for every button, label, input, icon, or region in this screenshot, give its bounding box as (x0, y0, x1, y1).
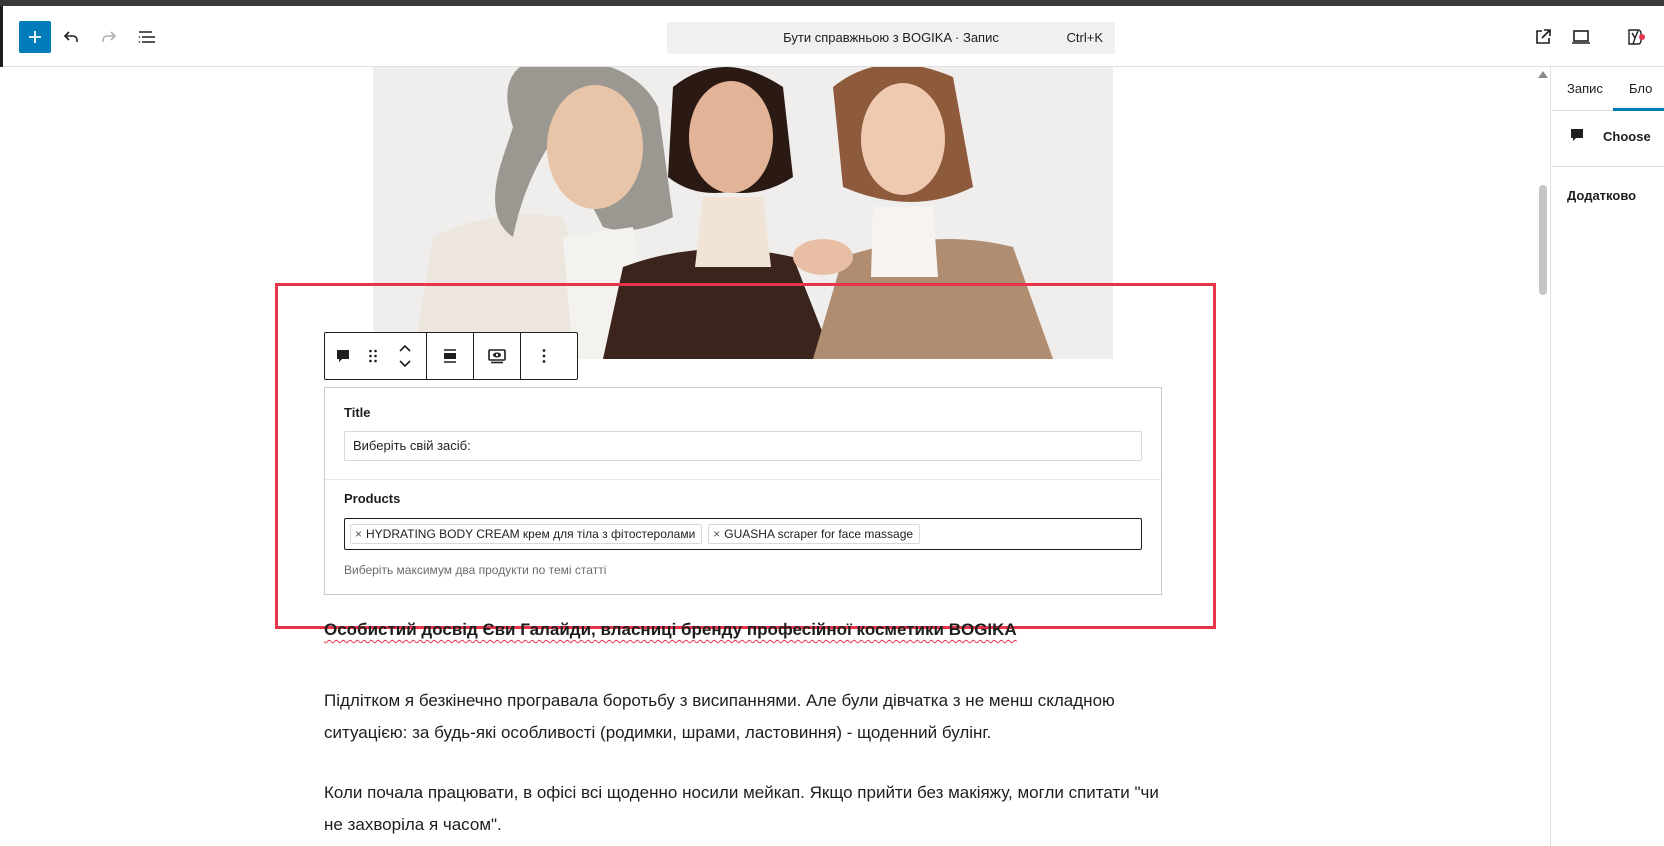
redo-icon (102, 31, 117, 42)
drag-handle[interactable] (361, 333, 385, 379)
add-block-button[interactable] (19, 21, 51, 53)
product-token: × HYDRATING BODY CREAM крем для тіла з ф… (350, 524, 703, 544)
token-remove-icon[interactable]: × (355, 527, 362, 541)
align-center-icon (444, 349, 456, 363)
more-vertical-icon (542, 349, 546, 363)
editor-canvas[interactable]: Title Виберіть свій засіб: Products × HY… (0, 67, 1550, 846)
eye-preview-icon (488, 349, 506, 364)
undo-icon (63, 31, 78, 42)
block-toolbar-group-move (325, 333, 427, 379)
undo-button[interactable] (55, 21, 87, 53)
editor-header: Бути справжньою з BOGIKA · Запис Ctrl+K (0, 6, 1664, 67)
preview-toggle-button[interactable] (474, 333, 520, 379)
product-token: × GUASHA scraper for face massage (708, 524, 921, 544)
products-help-text: Виберіть максимум два продукти по темі с… (344, 563, 607, 577)
preview-device-button[interactable] (1565, 21, 1597, 53)
command-shortcut: Ctrl+K (1066, 30, 1103, 45)
block-toolbar-group-options (521, 333, 567, 379)
align-button[interactable] (427, 333, 473, 379)
comment-block-icon (1571, 129, 1583, 141)
plus-icon (29, 31, 41, 43)
product-block-panel: Title Виберіть свій засіб: Products × HY… (324, 387, 1162, 595)
preview-device-icon (1572, 30, 1590, 44)
scrollbar-thumb[interactable] (1539, 185, 1547, 295)
command-palette-bar[interactable]: Бути справжньою з BOGIKA · Запис Ctrl+K (667, 22, 1115, 54)
view-post-button[interactable] (1527, 21, 1559, 53)
comment-block-icon (337, 350, 349, 362)
editor-app: Бути справжньою з BOGIKA · Запис Ctrl+K (0, 0, 1664, 846)
document-overview-button[interactable] (131, 21, 163, 53)
document-title: Бути справжньою з BOGIKA · Запис (783, 30, 999, 45)
yoast-button[interactable] (1625, 21, 1664, 53)
document-overview-icon (138, 31, 155, 43)
move-up-down-buttons[interactable] (385, 333, 425, 379)
block-options-button[interactable] (521, 333, 567, 379)
panel-divider (325, 479, 1161, 480)
chevron-up-icon[interactable] (398, 343, 412, 353)
post-paragraph[interactable]: Коли почала працювати, в офісі всі щоден… (324, 777, 1164, 841)
sidebar-tabs: Запис Бло (1551, 67, 1664, 111)
token-remove-icon[interactable]: × (713, 527, 720, 541)
block-toolbar-group-align (427, 333, 474, 379)
product-token-label: GUASHA scraper for face massage (724, 527, 914, 541)
advanced-panel-toggle[interactable]: Додатково (1567, 188, 1636, 203)
products-token-field[interactable]: × HYDRATING BODY CREAM крем для тіла з ф… (344, 518, 1142, 550)
settings-sidebar: Запис Бло Choose Додатково (1550, 67, 1664, 846)
redo-button[interactable] (93, 21, 125, 53)
canvas-scrollbar[interactable] (1536, 67, 1550, 846)
yoast-icon (1628, 29, 1645, 45)
block-toolbar-group-preview (474, 333, 521, 379)
scroll-up-arrow-icon[interactable] (1538, 71, 1548, 78)
post-heading[interactable]: Особистий досвід Єви Галайди, власниці б… (324, 618, 1164, 642)
title-field-label: Title (344, 405, 371, 420)
products-field-label: Products (344, 491, 401, 506)
tab-block[interactable]: Бло (1629, 81, 1652, 96)
block-type-button[interactable] (325, 333, 361, 379)
product-token-label: HYDRATING BODY CREAM крем для тіла з фіт… (366, 527, 696, 541)
block-toolbar (324, 332, 578, 380)
title-input[interactable]: Виберіть свій засіб: (344, 431, 1142, 461)
block-card: Choose (1551, 111, 1664, 167)
chevron-down-icon[interactable] (398, 359, 412, 369)
post-paragraph[interactable]: Підлітком я безкінечно програвала бороть… (324, 685, 1164, 749)
external-link-icon (1536, 29, 1551, 44)
header-left-edge (0, 6, 3, 67)
tab-post[interactable]: Запис (1567, 81, 1603, 96)
block-card-title: Choose (1603, 129, 1651, 144)
drag-handle-icon (369, 349, 377, 363)
